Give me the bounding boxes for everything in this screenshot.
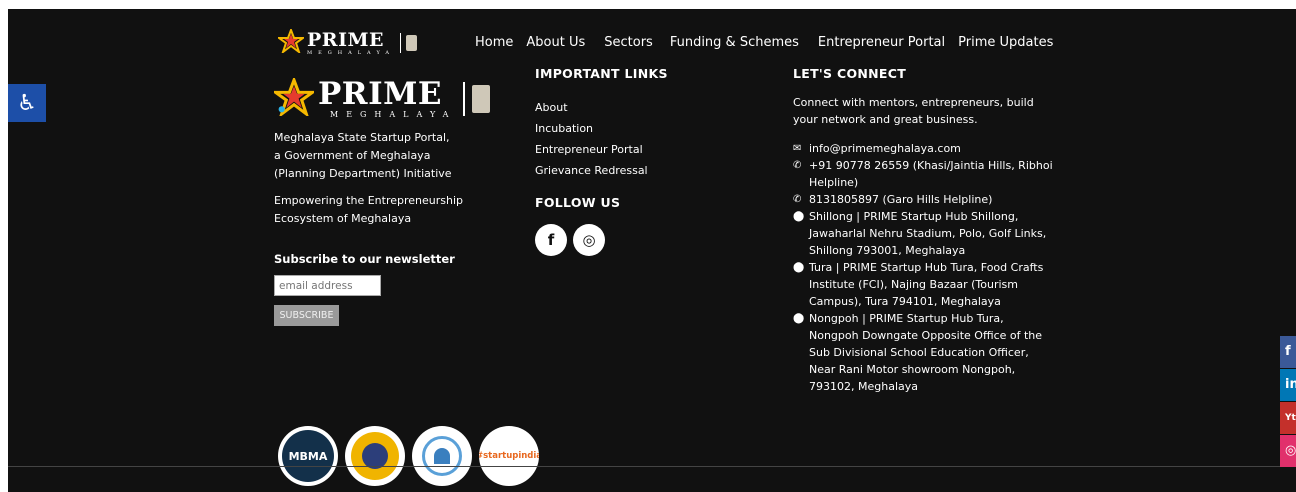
nav-item-funding-schemes[interactable]: Funding & Schemes: [670, 35, 799, 50]
nav-logo-sub: MEGHALAYA: [307, 49, 395, 56]
link-about[interactable]: About: [535, 97, 735, 118]
phone-icon: ✆: [793, 160, 802, 171]
address-line: Shillong | PRIME Startup Hub Shillong,: [809, 210, 1019, 223]
nav-item-about-us[interactable]: About Us: [526, 35, 585, 50]
instagram-icon[interactable]: ◎: [573, 224, 605, 256]
footer-logo-sub: MEGHALAYA: [330, 109, 457, 119]
about-line: (Planning Department) Initiative: [274, 167, 452, 180]
newsletter-title: Subscribe to our newsletter: [274, 252, 455, 266]
footer-logo-text: PRIME: [318, 75, 443, 112]
side-facebook-icon[interactable]: f: [1280, 336, 1296, 368]
link-entrepreneur-portal[interactable]: Entrepreneur Portal: [535, 139, 735, 160]
location-pin-icon: ⬤: [793, 211, 805, 222]
nav-menu: Home About Us Sectors Funding & Schemes …: [475, 35, 1066, 50]
important-links-heading: IMPORTANT LINKS: [535, 66, 668, 81]
footer-divider: [8, 466, 1296, 467]
about-line: a Government of Meghalaya: [274, 149, 431, 162]
wheelchair-icon: ♿: [17, 90, 37, 116]
phone-icon: ✆: [793, 194, 802, 205]
partner-logos: MBMA #startupindia: [278, 426, 546, 486]
important-links-column: IMPORTANT LINKS About Incubation Entrepr…: [535, 66, 735, 256]
address-line: Jawaharlal Nehru Stadium, Polo, Golf Lin…: [809, 227, 1047, 240]
address-line: Institute (FCI), Najing Bazaar (Tourism: [809, 278, 1018, 291]
address-line: Nongpoh Downgate Opposite Office of the: [809, 329, 1043, 342]
star-logo-icon: [270, 75, 318, 120]
side-youtube-icon[interactable]: Yt: [1280, 402, 1296, 434]
startupindia-logo-text: #startupindia: [479, 451, 539, 461]
contact-phone: Helpline): [809, 176, 859, 189]
partner-logo-mbma[interactable]: MBMA: [278, 426, 338, 486]
connect-column: LET'S CONNECT Connect with mentors, entr…: [793, 66, 1053, 395]
contact-email[interactable]: info@primemeghalaya.com: [809, 140, 961, 157]
partner-logo-entrepreneurship-institute[interactable]: [345, 426, 405, 486]
logo-divider: [400, 33, 401, 53]
partner-logo-startupindia[interactable]: #startupindia: [479, 426, 539, 486]
connect-intro: Connect with mentors, entrepreneurs, bui…: [793, 96, 1034, 109]
logo-divider: [463, 82, 466, 116]
state-emblem-icon: [406, 35, 417, 51]
side-linkedin-icon[interactable]: in: [1280, 369, 1296, 401]
newsletter-email-input[interactable]: [274, 275, 381, 296]
address-line: Sub Divisional School Education Officer,: [809, 346, 1029, 359]
nav-item-entrepreneur-portal[interactable]: Entrepreneur Portal: [818, 35, 945, 50]
tagline-line: Empowering the Entrepreneurship: [274, 194, 464, 207]
location-pin-icon: ⬤: [793, 262, 805, 273]
contact-phone: +91 90778 26559 (Khasi/Jaintia Hills, Ri…: [809, 159, 1053, 172]
nav-logo-text: PRIME: [307, 28, 384, 51]
footer-logo: PRIME MEGHALAYA: [270, 75, 504, 123]
side-instagram-icon[interactable]: ◎: [1280, 435, 1296, 467]
connect-heading: LET'S CONNECT: [793, 66, 907, 81]
address-line: Shillong 793001, Meghalaya: [809, 244, 966, 257]
footer-page: PRIME MEGHALAYA Home About Us Sectors Fu…: [8, 9, 1296, 492]
tagline-line: Ecosystem of Meghalaya: [274, 212, 412, 225]
nav-item-sectors[interactable]: Sectors: [604, 35, 653, 50]
address-line: 793102, Meghalaya: [809, 380, 918, 393]
accessibility-button[interactable]: ♿: [8, 84, 46, 122]
link-grievance-redressal[interactable]: Grievance Redressal: [535, 160, 735, 181]
address-line: Near Rani Motor showroom Nongpoh,: [809, 363, 1016, 376]
contact-phone: 8131805897 (Garo Hills Helpline): [809, 193, 993, 206]
tree-icon: [434, 448, 450, 464]
side-social-bar: f in Yt ◎: [1280, 336, 1296, 468]
nav-logo[interactable]: PRIME MEGHALAYA: [275, 26, 417, 59]
nav-item-prime-updates[interactable]: Prime Updates: [958, 35, 1053, 50]
top-navbar: PRIME MEGHALAYA Home About Us Sectors Fu…: [8, 9, 1296, 69]
state-emblem-icon: [472, 85, 491, 113]
mbma-logo-text: MBMA: [288, 449, 328, 463]
email-icon: ✉: [793, 143, 802, 154]
about-column: PRIME MEGHALAYA Meghalaya State Startup …: [270, 75, 504, 228]
link-incubation[interactable]: Incubation: [535, 118, 735, 139]
facebook-icon[interactable]: f: [535, 224, 567, 256]
about-line: Meghalaya State Startup Portal,: [274, 131, 450, 144]
address-line: Nongpoh | PRIME Startup Hub Tura,: [809, 312, 1004, 325]
address-line: Campus), Tura 794101, Meghalaya: [809, 295, 1001, 308]
follow-us-heading: FOLLOW US: [535, 195, 621, 210]
subscribe-button[interactable]: SUBSCRIBE: [274, 305, 339, 326]
connect-intro: your network and great business.: [793, 113, 978, 126]
partner-logo-iim-calcutta[interactable]: [412, 426, 472, 486]
nav-item-home[interactable]: Home: [475, 35, 513, 50]
address-line: Tura | PRIME Startup Hub Tura, Food Craf…: [809, 261, 1044, 274]
location-pin-icon: ⬤: [793, 313, 805, 324]
star-logo-icon: [275, 26, 307, 58]
